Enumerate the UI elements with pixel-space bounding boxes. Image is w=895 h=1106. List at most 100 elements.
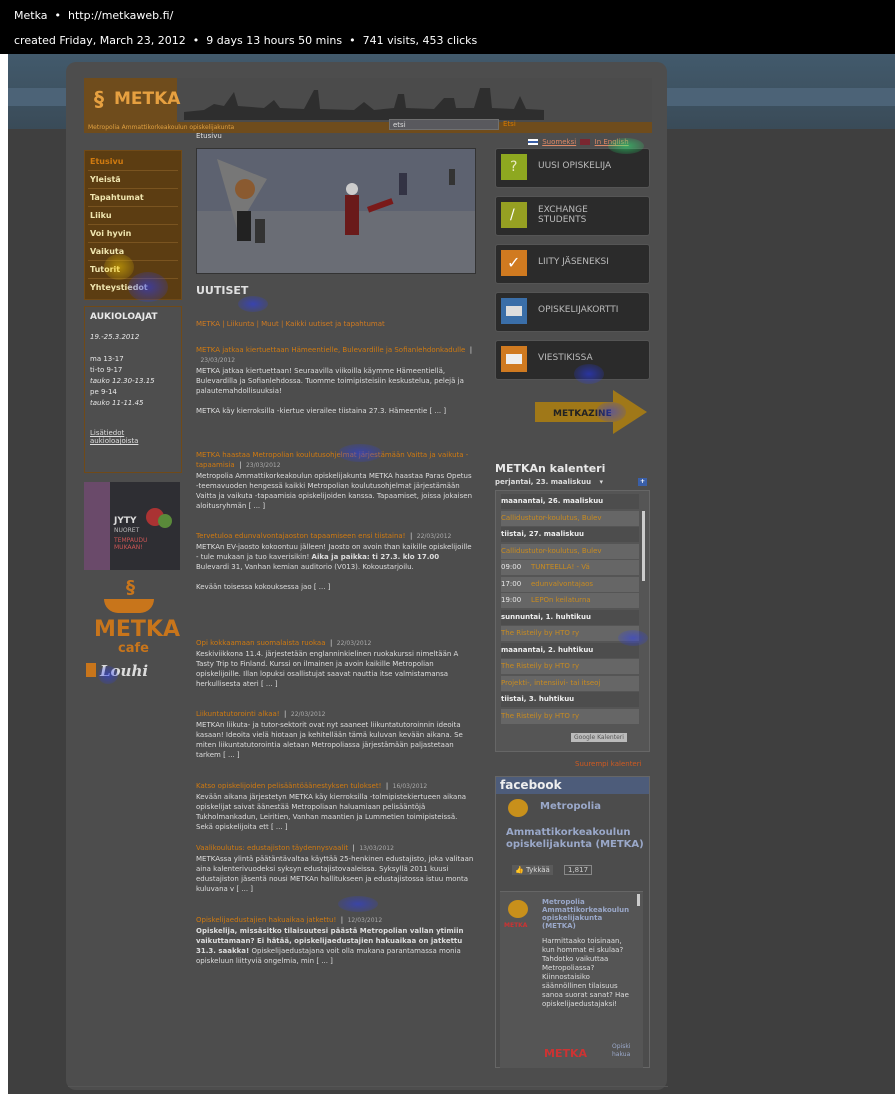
session-info-bar: Metka • http://metkaweb.fi/ created Friday…	[0, 0, 895, 54]
site-url[interactable]: http://metkaweb.fi/	[68, 9, 173, 22]
nav-item-yhteystiedot[interactable]: Yhteystiedot	[88, 280, 178, 296]
google-calendar-button[interactable]: Google Kalenteri	[571, 733, 627, 742]
viestikissa-button[interactable]: VIESTIKISSA	[495, 340, 650, 380]
calendar-event[interactable]: 19:00 LEPOn keilaturna	[501, 593, 639, 608]
post-scrollbar[interactable]	[637, 894, 640, 906]
calendar-date-selector[interactable]: perjantai, 23. maaliskuu ▾ +	[495, 478, 647, 486]
calendar-scrollbar[interactable]	[642, 511, 645, 581]
bigger-calendar-link[interactable]: Suurempi kalenteri	[575, 760, 642, 768]
button-label: VIESTIKISSA	[538, 353, 593, 363]
news-date: 22/03/2012	[416, 533, 452, 540]
created-date: created Friday, March 23, 2012	[14, 34, 186, 47]
calendar-current-date: perjantai, 23. maaliskuu	[495, 478, 592, 486]
calendar-day-header: tiistai, 3. huhtikuu	[501, 692, 639, 707]
search-input[interactable]: etsi	[389, 119, 499, 130]
lang-english-link[interactable]: In English	[595, 138, 629, 146]
snow-scene-image	[197, 149, 475, 273]
cafe-cup-icon	[104, 599, 154, 613]
calendar-add-icon[interactable]: +	[638, 478, 647, 486]
post-author[interactable]: Metropolia Ammattikorkeakoulun opiskelij…	[542, 898, 632, 930]
facebook-footer-text[interactable]: Opiski hakua	[612, 1043, 649, 1059]
hours-more-link[interactable]: Lisätiedot aukioloajoista	[90, 429, 138, 445]
news-item: Opiskelijaedustajien hakuaikaa jatkettu!…	[196, 916, 464, 965]
banner-photo-strip	[84, 482, 110, 570]
news-date: 13/03/2012	[359, 845, 394, 852]
calendar-event[interactable]: The Risteily by HTO ry	[501, 626, 639, 641]
city-skyline-icon	[184, 88, 544, 120]
metka-logo[interactable]: § METKA	[84, 78, 180, 122]
join-member-button[interactable]: ✓ LIITY JÄSENEKSI	[495, 244, 650, 284]
metka-cafe-logo[interactable]: § METKA cafe	[86, 577, 186, 657]
page-footer-line	[68, 1086, 668, 1087]
calendar-event[interactable]: The Risteily by HTO ry	[501, 659, 639, 674]
hours-more-link-line1[interactable]: Lisätiedot	[90, 429, 124, 437]
news-body: METKAssa ylintä päätäntävaltaa käyttää 2…	[196, 855, 474, 893]
nav-item-etusivu[interactable]: Etusivu	[88, 154, 178, 171]
calendar-event[interactable]: 09:00 TUNTEELLA! - Vä	[501, 560, 639, 575]
banner-title: JYTY	[114, 516, 137, 526]
news-title-link[interactable]: Opi kokkaamaan suomalaista ruokaa	[196, 639, 326, 647]
student-card-button[interactable]: OPISKELIJAKORTTI	[495, 292, 650, 332]
event-title: LEPOn keilaturna	[531, 596, 591, 604]
button-label: LIITY JÄSENEKSI	[538, 257, 609, 267]
news-heading: UUTISET	[196, 284, 249, 297]
envelope-icon	[501, 346, 527, 372]
exchange-students-button[interactable]: / EXCHANGE STUDENTS	[495, 196, 650, 236]
news-body: METKA jatkaa kiertuettaan! Seuraavilla v…	[196, 367, 464, 395]
news-title-link[interactable]: METKA haastaa Metropolian koulutusohjelm…	[196, 451, 468, 469]
calendar-day-header: maanantai, 2. huhtikuu	[501, 642, 639, 658]
calendar-event[interactable]: The Risteily by HTO ry	[501, 708, 639, 724]
facebook-org-name[interactable]: Ammattikorkeakoulun opiskelijakunta (MET…	[506, 827, 646, 851]
news-title-link[interactable]: Tervetuloa edunvalvontajaoston tapaamise…	[196, 532, 406, 540]
calendar-event[interactable]: Projekti-, intensiivi- tai itseoj	[501, 675, 639, 691]
finnish-flag-icon[interactable]	[528, 139, 538, 145]
page-sheet: § METKA Metropolia Ammattikorkeakoulun o…	[66, 62, 667, 1090]
banner-sub: NUORET	[114, 527, 140, 534]
nav-item-liiku[interactable]: Liiku	[88, 208, 178, 225]
calendar-event[interactable]: Callidustutor-koulutus, Bulev	[501, 543, 639, 559]
news-title-link[interactable]: Opiskelijaedustajien hakuaikaa jatkettu!	[196, 916, 336, 924]
news-date: 23/03/2012	[200, 357, 236, 364]
calendar-agenda: maanantai, 26. maaliskuu Callidustutor-ko…	[495, 490, 650, 752]
louhi-text: Louhi	[100, 662, 149, 680]
news-filter-links[interactable]: METKA | Liikunta | Muut | Kaikki uutiset…	[196, 320, 385, 328]
nav-item-tapahtumat[interactable]: Tapahtumat	[88, 190, 178, 207]
jyty-banner[interactable]: JYTY NUORET TEMPAUDU MUKAAN!	[84, 482, 180, 570]
hours-more-link-line2[interactable]: aukioloajoista	[90, 437, 138, 445]
hours-line: ma 13-17	[90, 355, 124, 363]
news-title-link[interactable]: Liikuntatutorointi alkaa!	[196, 710, 280, 718]
calendar-event[interactable]: 17:00 edunvalvontajaos	[501, 576, 639, 592]
search-button[interactable]: Etsi	[503, 120, 516, 128]
button-label: OPISKELIJAKORTTI	[538, 305, 619, 315]
button-label: EXCHANGE STUDENTS	[538, 205, 588, 225]
balloon-icon	[158, 514, 172, 528]
nav-item-vaikuta[interactable]: Vaikuta	[88, 244, 178, 261]
news-title-link[interactable]: Katso opiskelijoiden pelisääntöäänestyks…	[196, 782, 381, 790]
metkazine-arrow[interactable]: METKAZINE	[535, 388, 647, 436]
new-student-button[interactable]: ? UUSI OPISKELIJA	[495, 148, 650, 188]
facebook-page-name[interactable]: Metropolia	[540, 801, 601, 812]
news-bold: Aika ja paikka: ti 27.3. klo 17.00	[311, 553, 440, 561]
news-title-link[interactable]: Vaalikoulutus: edustajiston täydennysvaa…	[196, 844, 348, 852]
news-body: Keskiviikkona 11.4. järjestetään englann…	[196, 650, 459, 688]
facebook-like-button[interactable]: 👍 Tykkää	[512, 865, 553, 875]
lang-finnish-link[interactable]: Suomeksi	[542, 138, 576, 146]
calendar-event[interactable]: Callidustutor-koulutus, Bulev	[501, 510, 639, 526]
opening-hours-box: AUKIOLOAJAT 19.-25.3.2012 ma 13-17 ti-to…	[84, 306, 182, 473]
facebook-header: facebook	[496, 777, 649, 794]
main-navigation: Etusivu Yleistä Tapahtumat Liiku Voi hyv…	[84, 150, 182, 300]
nav-item-tutorit[interactable]: Tutorit	[88, 262, 178, 279]
event-time: 19:00	[501, 596, 522, 604]
news-date: 22/03/2012	[336, 640, 372, 647]
cafe-name: METKA	[94, 617, 181, 642]
uk-flag-icon[interactable]	[580, 139, 591, 145]
news-photo[interactable]	[196, 148, 476, 274]
nav-item-yleista[interactable]: Yleistä	[88, 172, 178, 189]
website-viewport: § METKA Metropolia Ammattikorkeakoulun o…	[8, 54, 895, 1094]
hours-range: 19.-25.3.2012	[90, 333, 140, 341]
louhi-logo[interactable]: Louhi	[86, 662, 186, 684]
breadcrumb[interactable]: Etusivu	[196, 132, 222, 140]
nav-item-voi-hyvin[interactable]: Voi hyvin	[88, 226, 178, 243]
chevron-down-icon[interactable]: ▾	[600, 478, 604, 486]
news-title-link[interactable]: METKA jatkaa kiertuettaan Hämeentielle, …	[196, 346, 465, 354]
